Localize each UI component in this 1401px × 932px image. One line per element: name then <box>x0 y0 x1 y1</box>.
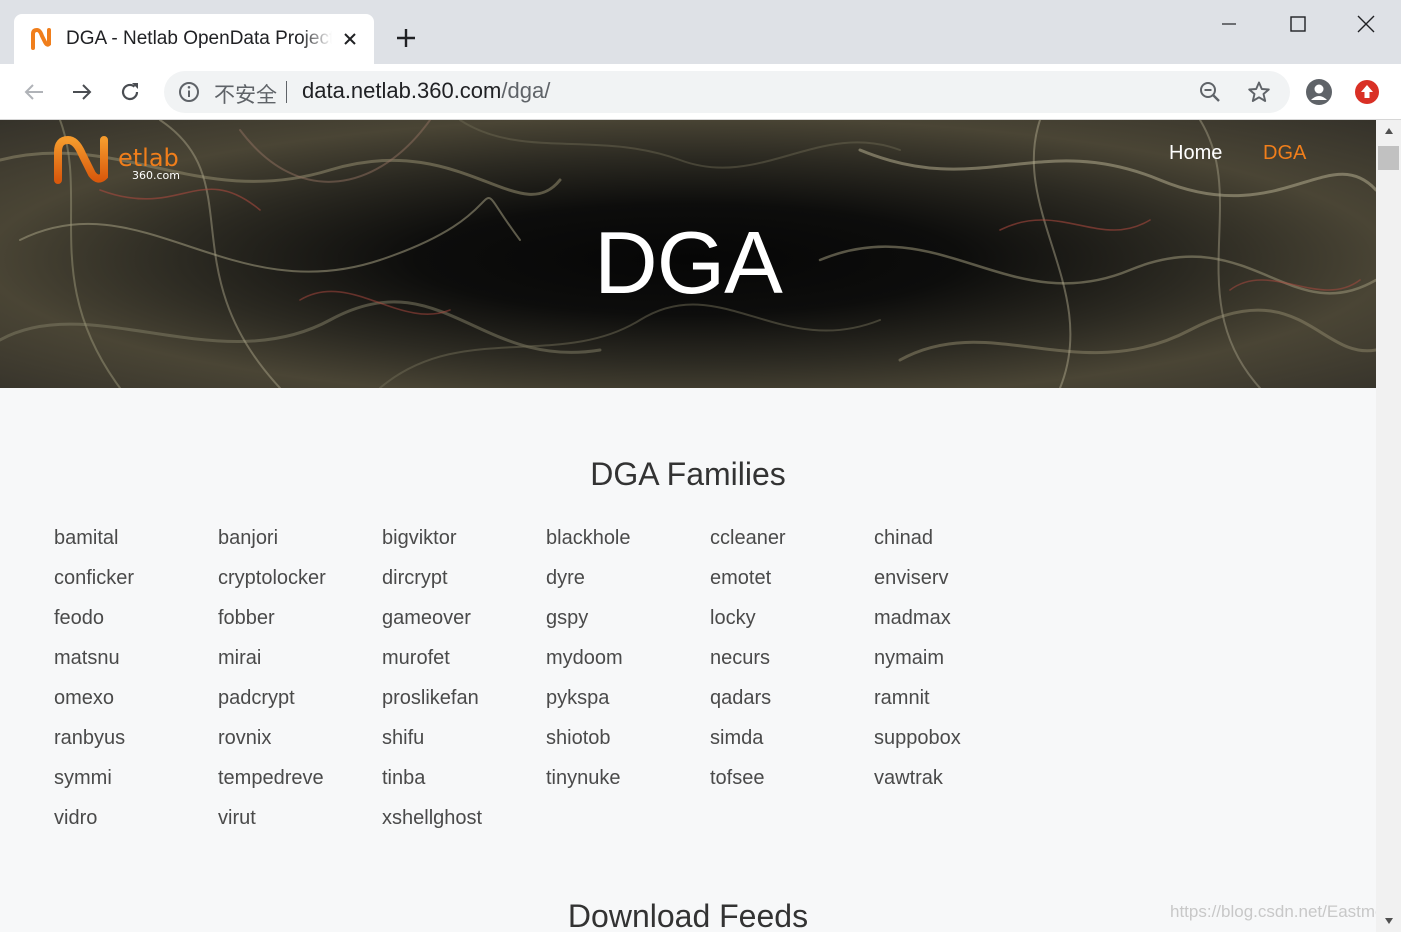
family-link[interactable]: proslikefan <box>382 678 546 718</box>
family-link[interactable]: matsnu <box>54 638 218 678</box>
family-link[interactable]: tinba <box>382 758 546 798</box>
family-link[interactable]: mydoom <box>546 638 710 678</box>
family-link[interactable]: simda <box>710 718 874 758</box>
scroll-down-arrow-icon[interactable] <box>1376 910 1401 932</box>
netlab-favicon-icon <box>30 27 54 51</box>
family-link[interactable]: tinynuke <box>546 758 710 798</box>
browser-tab-active[interactable]: DGA - Netlab OpenData Project <box>14 14 374 64</box>
logo-text: etlab <box>118 144 179 172</box>
family-link[interactable]: tofsee <box>710 758 874 798</box>
family-link[interactable]: gameover <box>382 598 546 638</box>
family-link[interactable]: dircrypt <box>382 558 546 598</box>
url-host: data.netlab.360.com <box>302 78 502 103</box>
tab-title: DGA - Netlab OpenData Project <box>66 28 332 49</box>
family-link[interactable]: fobber <box>218 598 382 638</box>
family-link[interactable]: rovnix <box>218 718 382 758</box>
address-bar[interactable]: 不安全 data.netlab.360.com/dga/ <box>164 71 1290 113</box>
family-link[interactable]: xshellghost <box>382 798 546 838</box>
page-viewport: etlab 360.com Home DGA DGA DGA Families … <box>0 120 1376 932</box>
site-info-icon[interactable] <box>178 81 200 103</box>
family-link[interactable]: necurs <box>710 638 874 678</box>
logo-subtext: 360.com <box>132 169 180 182</box>
family-link[interactable]: dyre <box>546 558 710 598</box>
hero-title: DGA <box>594 213 783 312</box>
family-link[interactable]: shiotob <box>546 718 710 758</box>
netlab-logo[interactable]: etlab 360.com <box>52 135 192 184</box>
vertical-scrollbar[interactable] <box>1376 120 1401 932</box>
family-link[interactable]: cryptolocker <box>218 558 382 598</box>
browser-titlebar: DGA - Netlab OpenData Project <box>0 0 1401 64</box>
minimize-icon[interactable] <box>1201 6 1257 42</box>
profile-avatar-icon[interactable] <box>1303 76 1335 108</box>
nav-link-home[interactable]: Home <box>1169 142 1222 165</box>
family-link[interactable]: pykspa <box>546 678 710 718</box>
new-tab-plus-icon[interactable] <box>392 24 420 52</box>
family-link[interactable]: tempedreve <box>218 758 382 798</box>
close-window-icon[interactable] <box>1338 6 1394 42</box>
family-link[interactable]: madmax <box>874 598 1038 638</box>
nav-link-dga[interactable]: DGA <box>1263 142 1306 165</box>
family-link[interactable]: mirai <box>218 638 382 678</box>
family-link[interactable]: ranbyus <box>54 718 218 758</box>
family-link[interactable]: ccleaner <box>710 518 874 558</box>
watermark-text: https://blog.csdn.net/Eastmount <box>1170 902 1401 921</box>
family-link[interactable]: virut <box>218 798 382 838</box>
family-link[interactable]: feodo <box>54 598 218 638</box>
family-link[interactable]: bamital <box>54 518 218 558</box>
family-link[interactable]: nymaim <box>874 638 1038 678</box>
family-link[interactable]: murofet <box>382 638 546 678</box>
hero-banner: etlab 360.com Home DGA DGA <box>0 120 1376 388</box>
security-status-label: 不安全 <box>214 84 277 107</box>
family-link[interactable]: omexo <box>54 678 218 718</box>
family-link[interactable]: symmi <box>54 758 218 798</box>
tab-close-icon[interactable] <box>338 27 362 51</box>
families-grid: bamital banjori bigviktor blackhole ccleaner… <box>54 518 1044 838</box>
family-link[interactable]: conficker <box>54 558 218 598</box>
family-link[interactable]: qadars <box>710 678 874 718</box>
zoom-icon[interactable] <box>1198 80 1222 104</box>
families-section-title: DGA Families <box>590 456 786 492</box>
family-link[interactable]: vidro <box>54 798 218 838</box>
family-link[interactable]: vawtrak <box>874 758 1038 798</box>
family-link[interactable]: locky <box>710 598 874 638</box>
forward-arrow-icon[interactable] <box>66 76 98 108</box>
family-link[interactable]: chinad <box>874 518 1038 558</box>
family-link[interactable]: gspy <box>546 598 710 638</box>
family-link[interactable]: banjori <box>218 518 382 558</box>
family-link[interactable]: bigviktor <box>382 518 546 558</box>
url-path: /dga/ <box>501 78 551 103</box>
browser-toolbar: 不安全 data.netlab.360.com/dga/ <box>0 64 1401 120</box>
scrollbar-thumb[interactable] <box>1378 146 1399 170</box>
bookmark-star-icon[interactable] <box>1247 80 1271 104</box>
family-link[interactable]: padcrypt <box>218 678 382 718</box>
maximize-icon[interactable] <box>1270 6 1326 42</box>
family-link[interactable]: suppobox <box>874 718 1038 758</box>
family-link[interactable]: enviserv <box>874 558 1038 598</box>
scroll-up-arrow-icon[interactable] <box>1376 120 1401 142</box>
back-arrow-icon[interactable] <box>18 76 50 108</box>
update-arrow-icon[interactable] <box>1351 76 1383 108</box>
family-link[interactable]: blackhole <box>546 518 710 558</box>
family-link[interactable]: shifu <box>382 718 546 758</box>
family-link[interactable]: emotet <box>710 558 874 598</box>
url-text[interactable]: data.netlab.360.com/dga/ <box>302 78 550 104</box>
url-separator <box>286 81 287 103</box>
family-link[interactable]: ramnit <box>874 678 1038 718</box>
reload-icon[interactable] <box>114 76 146 108</box>
